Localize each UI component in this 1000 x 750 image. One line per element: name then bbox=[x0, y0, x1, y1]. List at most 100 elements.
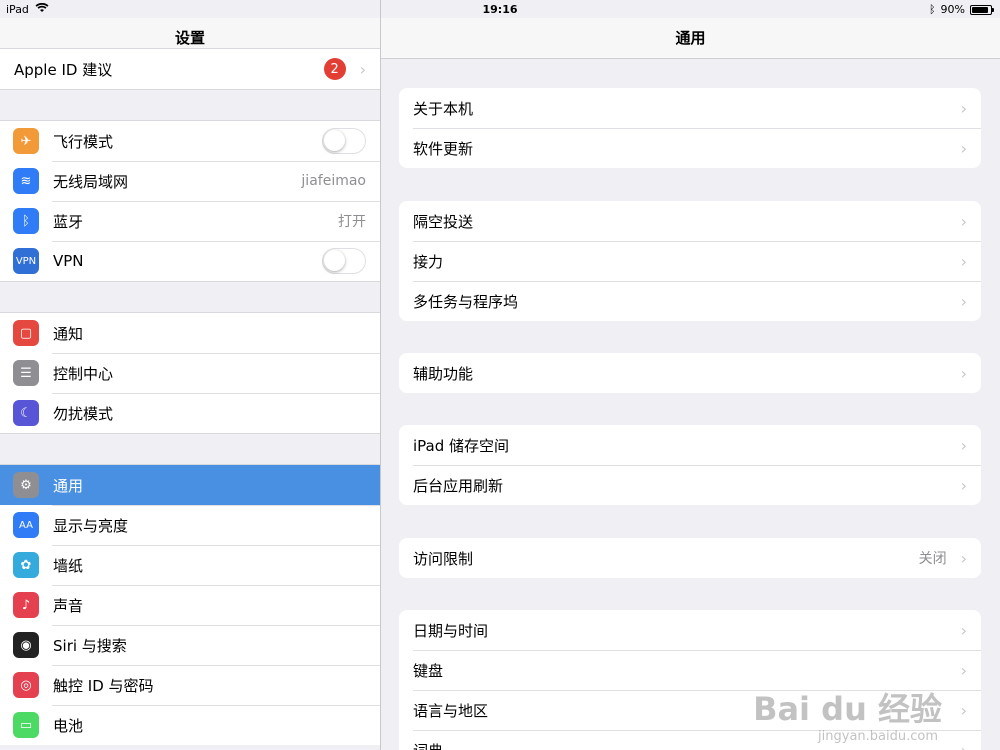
apple-id-suggestions-row[interactable]: Apple ID 建议 2 › bbox=[0, 49, 380, 89]
toggle-switch[interactable] bbox=[322, 128, 366, 154]
chevron-right-icon: › bbox=[960, 291, 967, 311]
sidebar-item[interactable]: ◉ Siri 与搜索 bbox=[0, 625, 380, 665]
detail-title: 通用 bbox=[381, 18, 1000, 59]
chevron-right-icon: › bbox=[960, 251, 967, 271]
battery-icon: ▭ bbox=[13, 712, 39, 738]
settings-row-label: 日期与时间 bbox=[413, 621, 489, 640]
settings-row[interactable]: 软件更新 › bbox=[399, 128, 981, 168]
chevron-right-icon: › bbox=[960, 138, 967, 158]
toggle-switch[interactable] bbox=[322, 248, 366, 274]
sidebar-item-label: VPN bbox=[53, 252, 84, 270]
sound-icon: ♪ bbox=[13, 592, 39, 618]
settings-row[interactable]: 后台应用刷新 › bbox=[399, 465, 981, 505]
settings-row-label: 软件更新 bbox=[413, 139, 474, 158]
sidebar-item[interactable]: ✈ 飞行模式 bbox=[0, 121, 380, 161]
chevron-right-icon: › bbox=[960, 98, 967, 118]
chevron-right-icon: › bbox=[960, 620, 967, 640]
settings-row[interactable]: 多任务与程序坞 › bbox=[399, 281, 981, 321]
sidebar-item[interactable]: ✿ 墙纸 bbox=[0, 545, 380, 585]
settings-group: 辅助功能 › bbox=[399, 353, 981, 393]
sidebar-item-label: 显示与亮度 bbox=[53, 516, 129, 535]
sidebar-item[interactable]: ▢ 通知 bbox=[0, 313, 380, 353]
settings-group: 隔空投送 › 接力 › 多任务与程序坞 › bbox=[399, 201, 981, 321]
settings-group: 关于本机 › 软件更新 › bbox=[399, 88, 981, 168]
toggle-knob bbox=[324, 130, 345, 151]
settings-row-label: 访问限制 bbox=[413, 549, 474, 568]
battery-percent: 90% bbox=[940, 3, 965, 16]
sidebar-item[interactable]: ☾ 勿扰模式 bbox=[0, 393, 380, 433]
settings-row[interactable]: 接力 › bbox=[399, 241, 981, 281]
sidebar-item-label: 触控 ID 与密码 bbox=[53, 676, 154, 695]
settings-group: 访问限制 关闭 › bbox=[399, 538, 981, 578]
sidebar-item[interactable]: ▭ 电池 bbox=[0, 705, 380, 745]
battery-status-icon bbox=[970, 4, 994, 15]
chevron-right-icon: › bbox=[960, 435, 967, 455]
chevron-right-icon: › bbox=[359, 59, 366, 79]
sidebar-item-value: 打开 bbox=[338, 214, 366, 230]
settings-row[interactable]: 访问限制 关闭 › bbox=[399, 538, 981, 578]
general-detail-pane: 通用 关于本机 › 软件更新 › 隔空投送 › 接力 › 多任务与程序坞 › 辅助功能 › iPad 储… bbox=[381, 0, 1000, 750]
settings-group: iPad 储存空间 › 后台应用刷新 › bbox=[399, 425, 981, 505]
gear-icon: ⚙ bbox=[13, 472, 39, 498]
toggle-knob bbox=[324, 250, 345, 271]
apple-id-badge: 2 bbox=[323, 58, 346, 80]
chevron-right-icon: › bbox=[960, 660, 967, 680]
settings-row[interactable]: 隔空投送 › bbox=[399, 201, 981, 241]
settings-row-label: 后台应用刷新 bbox=[413, 476, 504, 495]
sidebar-item-label: 蓝牙 bbox=[53, 212, 84, 231]
sidebar-item[interactable]: ᛒ 蓝牙 打开 bbox=[0, 201, 380, 241]
bluetooth-status-icon: ᛒ bbox=[928, 3, 936, 16]
settings-row-label: 辅助功能 bbox=[413, 364, 474, 383]
settings-row[interactable]: 关于本机 › bbox=[399, 88, 981, 128]
status-bar: iPad 19:16 ᛒ 90% bbox=[0, 0, 1000, 18]
sidebar-item[interactable]: ☰ 控制中心 bbox=[0, 353, 380, 393]
settings-sidebar: 设置 Apple ID 建议 2 › ✈ 飞行模式 ≋ 无线局域网 jiafeimao ᛒ… bbox=[0, 0, 381, 750]
chevron-right-icon: › bbox=[960, 740, 967, 750]
settings-row-label: 键盘 bbox=[413, 661, 444, 680]
settings-row-label: 关于本机 bbox=[413, 99, 474, 118]
vpn-icon: VPN bbox=[13, 248, 39, 274]
sidebar-item-label: 控制中心 bbox=[53, 364, 114, 383]
settings-row-label: 隔空投送 bbox=[413, 212, 474, 231]
bluetooth-icon: ᛒ bbox=[13, 208, 39, 234]
sidebar-item-label: 通用 bbox=[53, 476, 84, 495]
control-center-icon: ☰ bbox=[13, 360, 39, 386]
siri-icon: ◉ bbox=[13, 632, 39, 658]
sidebar-item[interactable]: ⚙ 通用 bbox=[0, 465, 380, 505]
chevron-right-icon: › bbox=[960, 548, 967, 568]
connectivity-group: ✈ 飞行模式 ≋ 无线局域网 jiafeimao ᛒ 蓝牙 打开 VPN VPN bbox=[0, 120, 380, 282]
settings-row-label: iPad 储存空间 bbox=[413, 436, 510, 455]
wallpaper-icon: ✿ bbox=[13, 552, 39, 578]
fingerprint-icon: ◎ bbox=[13, 672, 39, 698]
sidebar-item-label: 通知 bbox=[53, 324, 84, 343]
display-icon: AA bbox=[13, 512, 39, 538]
sidebar-item-label: 墙纸 bbox=[53, 556, 84, 575]
status-time: 19:16 bbox=[482, 3, 518, 16]
settings-row[interactable]: 日期与时间 › bbox=[399, 610, 981, 650]
baidu-watermark: Bai du 经验 bbox=[753, 690, 942, 728]
sidebar-item-label: 勿扰模式 bbox=[53, 404, 114, 423]
sidebar-item-label: Siri 与搜索 bbox=[53, 636, 127, 655]
settings-row[interactable]: 辅助功能 › bbox=[399, 353, 981, 393]
apple-id-group: Apple ID 建议 2 › bbox=[0, 48, 380, 90]
settings-row-label: 接力 bbox=[413, 252, 444, 271]
baidu-watermark-url: jingyan.baidu.com bbox=[818, 729, 938, 744]
general-group: ⚙ 通用 AA 显示与亮度 ✿ 墙纸 ♪ 声音 ◉ Siri 与搜索 ◎ 触控 ID 与密码 ▭ 电池 bbox=[0, 464, 380, 745]
sidebar-item[interactable]: ♪ 声音 bbox=[0, 585, 380, 625]
settings-row[interactable]: iPad 储存空间 › bbox=[399, 425, 981, 465]
chevron-right-icon: › bbox=[960, 211, 967, 231]
moon-icon: ☾ bbox=[13, 400, 39, 426]
wifi-icon: ≋ bbox=[13, 168, 39, 194]
chevron-right-icon: › bbox=[960, 475, 967, 495]
chevron-right-icon: › bbox=[960, 363, 967, 383]
sidebar-item[interactable]: ≋ 无线局域网 jiafeimao bbox=[0, 161, 380, 201]
settings-row-label: 多任务与程序坞 bbox=[413, 292, 519, 311]
sidebar-item[interactable]: VPN VPN bbox=[0, 241, 380, 281]
sidebar-item-value: jiafeimao bbox=[301, 173, 366, 189]
sidebar-item-label: 无线局域网 bbox=[53, 172, 129, 191]
airplane-icon: ✈ bbox=[13, 128, 39, 154]
sidebar-item[interactable]: ◎ 触控 ID 与密码 bbox=[0, 665, 380, 705]
notifications-group: ▢ 通知 ☰ 控制中心 ☾ 勿扰模式 bbox=[0, 312, 380, 434]
sidebar-item[interactable]: AA 显示与亮度 bbox=[0, 505, 380, 545]
sidebar-item-label: 电池 bbox=[53, 716, 84, 735]
